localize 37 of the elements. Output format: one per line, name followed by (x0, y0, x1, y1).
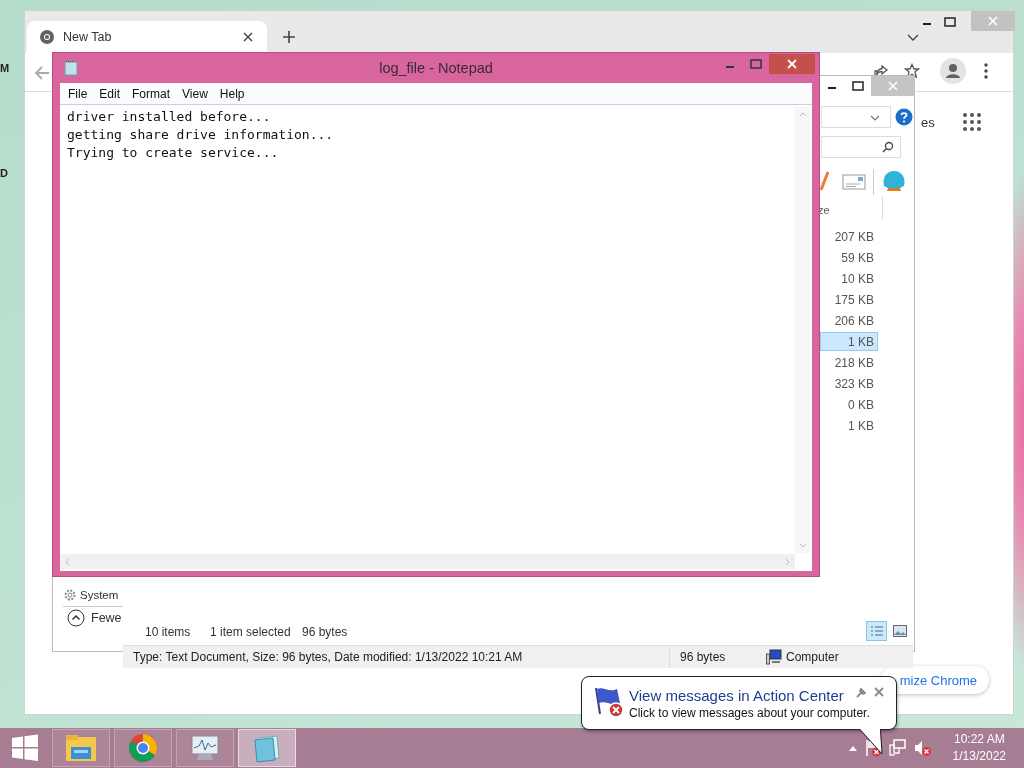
notification-title[interactable]: View messages in Action Center (629, 686, 870, 705)
file-size-cell[interactable]: 323 KB (820, 374, 878, 393)
file-size-cell[interactable]: 1 KB (820, 416, 878, 435)
menu-item[interactable]: View (182, 86, 208, 101)
browser-tab[interactable]: New Tab (27, 21, 267, 53)
nav-item[interactable]: System (80, 589, 119, 601)
file-size: 96 bytes (669, 646, 758, 668)
notification-message: Click to view messages about your computer. (629, 705, 870, 721)
clock-date[interactable]: 1/13/2022 (952, 748, 1006, 765)
file-size-cell[interactable]: 0 KB (820, 395, 878, 414)
file-size-cell[interactable]: 1 KB (820, 332, 878, 351)
file-size-cell[interactable]: 10 KB (820, 269, 878, 288)
desktop-icon-label: D (0, 167, 9, 179)
file-size-cell[interactable]: 218 KB (820, 353, 878, 372)
file-size-cell[interactable]: 206 KB (820, 311, 878, 330)
menu-item[interactable]: Edit (99, 86, 121, 101)
menu-item[interactable]: Help (219, 86, 245, 101)
notification-balloon[interactable]: View messages in Action Center Click to view messages about your computer. (581, 676, 897, 730)
fewer-details-button[interactable]: Fewe (67, 609, 123, 627)
item-count: 10 items (145, 625, 191, 639)
desktop-icon-label: M (0, 62, 9, 74)
menu-item[interactable]: File (68, 86, 88, 101)
file-size-cell[interactable]: 207 KB (820, 227, 878, 246)
text-line: driver installed before... (67, 108, 271, 126)
text-line: Trying to create service... (67, 144, 279, 162)
tab-title: New Tab (63, 30, 113, 44)
location: Computer (786, 650, 839, 664)
window-title: log_file - Notepad (379, 60, 493, 76)
menu-item[interactable]: Format (132, 86, 171, 101)
images-link[interactable]: es (921, 115, 935, 130)
file-details: Type: Text Document, Size: 96 bytes, Date modified: 1/13/2022 10:21 AM (133, 650, 524, 664)
selection-status: 1 item selected (210, 625, 291, 639)
clock-time[interactable]: 10:22 AM (953, 731, 1005, 748)
file-size-cell[interactable]: 59 KB (820, 248, 878, 267)
selection-size: 96 bytes (302, 625, 348, 639)
file-size-cell[interactable]: 175 KB (820, 290, 878, 309)
text-line: getting share drive information... (67, 126, 334, 144)
